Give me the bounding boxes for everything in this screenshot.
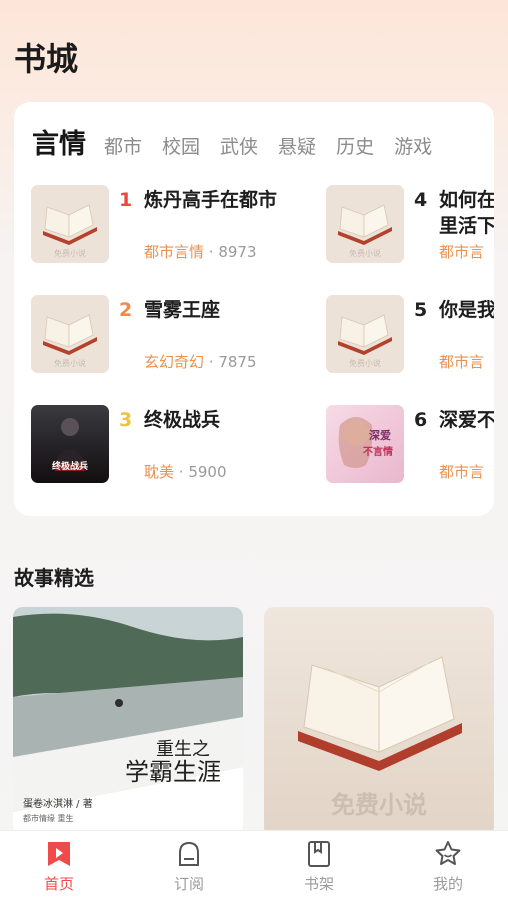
book-meta: 耽美 · 5900 (144, 463, 227, 481)
rank-number: 4 (414, 189, 428, 211)
book-cover: 深爱 不言情 (326, 405, 404, 483)
svg-text:蛋卷冰淇淋 / 著: 蛋卷冰淇淋 / 著 (23, 797, 93, 810)
tab-martial-arts[interactable]: 武侠 (220, 132, 258, 159)
book-category: 都市言 (439, 243, 485, 261)
svg-text:免费小说: 免费小说 (349, 358, 381, 368)
rank-item-5[interactable]: 免费小说 5 你是我 都市言 (326, 295, 494, 375)
tab-history[interactable]: 历史 (336, 132, 374, 159)
book-title: 你是我 (439, 299, 494, 321)
book-meta: 玄幻奇幻 · 7875 (144, 353, 257, 371)
open-book-icon: 免费小说 (326, 185, 404, 263)
book-category: 都市言情 (144, 243, 205, 261)
tab-campus[interactable]: 校园 (162, 132, 200, 159)
category-tabs: 言情 都市 校园 武侠 悬疑 历史 游戏 (32, 122, 494, 162)
book-meta: 都市言 (439, 461, 484, 482)
nav-label: 书架 (303, 875, 334, 893)
book-category: 玄幻奇幻 (144, 353, 205, 371)
svg-text:重生之: 重生之 (156, 739, 210, 760)
ranking-card: 言情 都市 校园 武侠 悬疑 历史 游戏 免费小说 1 炼丹高手在都市 都市言情 · 897… (14, 102, 494, 516)
open-book-icon: 免费小说 (31, 185, 109, 263)
romance-cover-art: 深爱 不言情 (326, 405, 404, 483)
book-cover: 免费小说 (31, 295, 109, 373)
nav-home[interactable]: 首页 (19, 839, 99, 894)
tab-games[interactable]: 游戏 (394, 132, 432, 159)
svg-text:深爱: 深爱 (369, 428, 391, 442)
warrior-cover-art: 终极战兵 (31, 405, 109, 483)
book-meta: 都市言情 · 8973 (144, 243, 257, 261)
story-card-2[interactable]: 免费小说 (264, 607, 494, 837)
home-bookmark-icon (48, 842, 70, 866)
profile-star-icon (435, 841, 461, 865)
svg-text:免费小说: 免费小说 (54, 358, 86, 368)
tab-mystery[interactable]: 悬疑 (278, 132, 316, 159)
book-category: 耽美 (144, 463, 175, 481)
nav-label: 首页 (43, 875, 74, 893)
open-book-icon: 免费小说 (264, 607, 494, 837)
book-title: 深爱不 (439, 409, 494, 431)
nav-label: 我的 (432, 875, 463, 893)
book-cover: 免费小说 (31, 185, 109, 263)
svg-text:都市情缘 重生: 都市情缘 重生 (23, 813, 74, 823)
open-book-icon: 免费小说 (31, 295, 109, 373)
rank-item-2[interactable]: 免费小说 2 雪雾王座 玄幻奇幻 · 7875 (31, 295, 331, 375)
book-cover: 终极战兵 (31, 405, 109, 483)
svg-text:免费小说: 免费小说 (349, 248, 381, 258)
rank-number: 6 (414, 409, 428, 431)
rank-item-3[interactable]: 终极战兵 3 终极战兵 耽美 · 5900 (31, 405, 331, 485)
book-meta: 都市言 (439, 241, 484, 262)
tab-urban[interactable]: 都市 (104, 132, 142, 159)
book-category: 都市言 (439, 353, 485, 371)
rank-number: 3 (119, 409, 133, 431)
subscribe-icon (179, 841, 199, 866)
svg-text:免费小说: 免费小说 (331, 790, 427, 819)
rank-item-4[interactable]: 免费小说 4 如何在 里活下 都市言 (326, 185, 494, 265)
rank-number: 5 (414, 299, 428, 321)
rank-number: 2 (119, 299, 133, 321)
book-title: 如何在 里活下 (439, 189, 494, 237)
tab-romance[interactable]: 言情 (32, 122, 86, 161)
book-cover: 免费小说 (326, 295, 404, 373)
page-title: 书城 (14, 40, 79, 78)
book-title: 终极战兵 (144, 409, 221, 431)
book-cover: 免费小说 (326, 185, 404, 263)
open-book-icon: 免费小说 (326, 295, 404, 373)
read-count: 7875 (218, 353, 257, 371)
nav-subscribe[interactable]: 订阅 (149, 839, 229, 894)
bookshelf-icon (308, 841, 330, 867)
landscape-cover-art: 重生之 学霸生涯 蛋卷冰淇淋 / 著 都市情缘 重生 (13, 607, 243, 837)
rank-number: 1 (119, 189, 133, 211)
nav-label: 订阅 (173, 875, 204, 893)
book-title: 炼丹高手在都市 (144, 189, 278, 211)
read-count: 5900 (188, 463, 227, 481)
nav-profile[interactable]: 我的 (408, 839, 488, 894)
rank-item-6[interactable]: 深爱 不言情 6 深爱不 都市言 (326, 405, 494, 485)
svg-text:不言情: 不言情 (363, 445, 393, 458)
story-card-1[interactable]: 重生之 学霸生涯 蛋卷冰淇淋 / 著 都市情缘 重生 (13, 607, 243, 837)
bottom-nav: 首页 订阅 书架 我的 (0, 830, 508, 903)
book-title: 雪雾王座 (144, 299, 221, 321)
nav-bookshelf[interactable]: 书架 (279, 839, 359, 894)
section-title-stories: 故事精选 (14, 566, 94, 590)
book-category: 都市言 (439, 463, 485, 481)
book-meta: 都市言 (439, 351, 484, 372)
svg-text:终极战兵: 终极战兵 (51, 460, 88, 472)
svg-text:学霸生涯: 学霸生涯 (125, 758, 221, 786)
svg-text:免费小说: 免费小说 (54, 248, 86, 258)
read-count: 8973 (218, 243, 257, 261)
rank-item-1[interactable]: 免费小说 1 炼丹高手在都市 都市言情 · 8973 (31, 185, 331, 265)
